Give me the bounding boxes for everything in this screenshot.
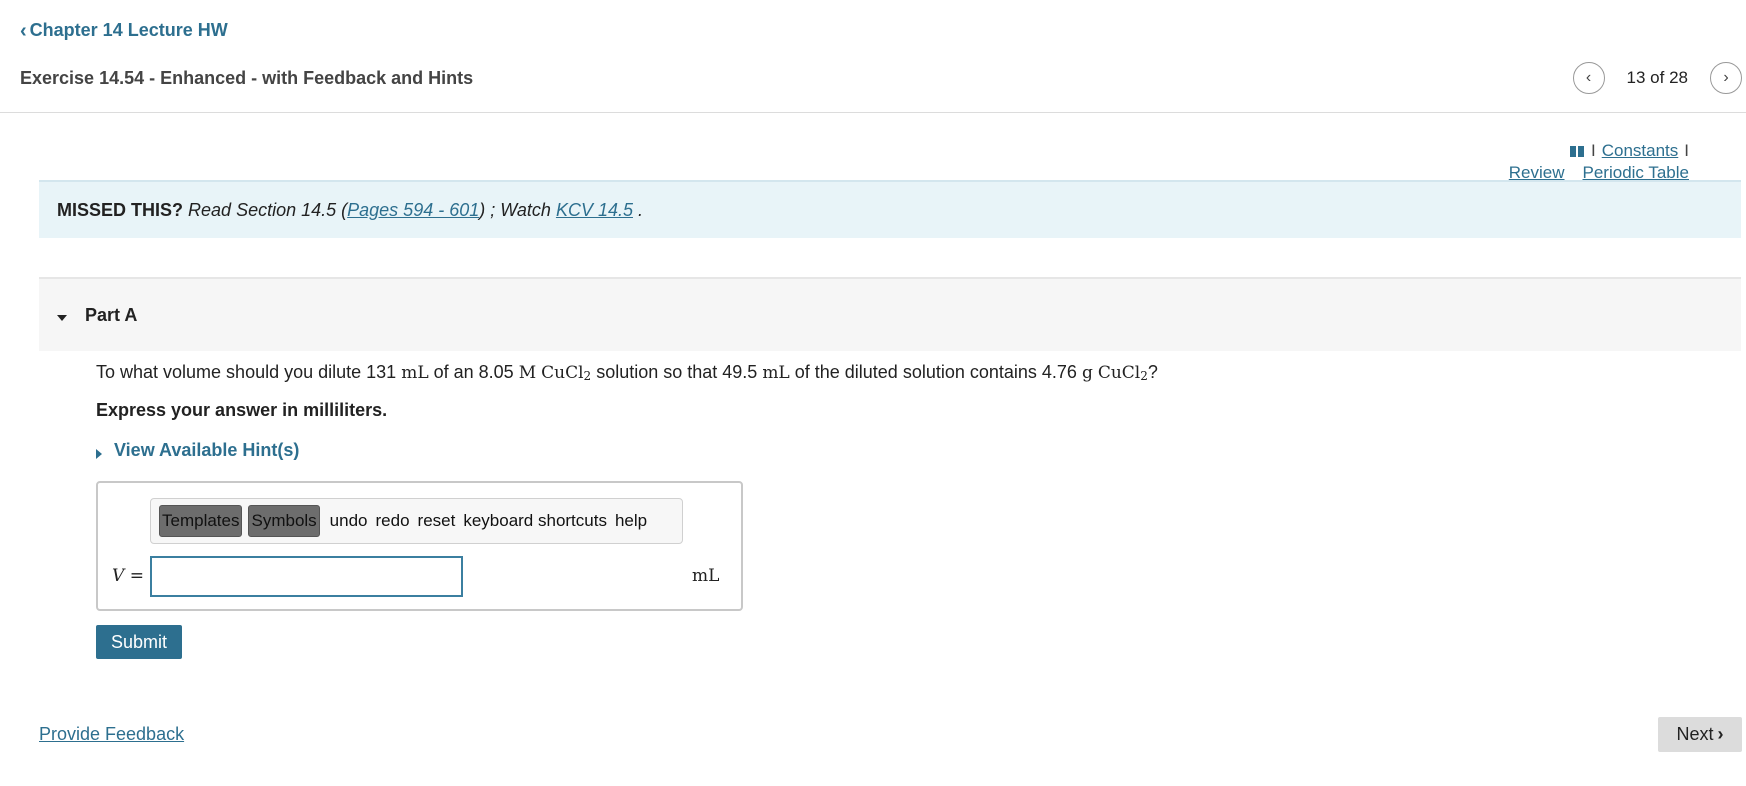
answer-input[interactable] (150, 556, 463, 597)
previous-button[interactable]: ‹ (1572, 62, 1605, 94)
separator: I (1590, 141, 1596, 160)
missed-this-label: MISSED THIS? (57, 200, 184, 220)
banner-end: . (632, 200, 643, 220)
math-toolbar: Templates Symbols undo redo reset keyboa… (150, 498, 683, 544)
chevron-left-icon: ‹ (1585, 69, 1592, 86)
missed-this-banner: MISSED THIS? Read Section 14.5 (Pages 59… (39, 180, 1741, 238)
next-item-button[interactable]: › (1710, 62, 1742, 94)
hints-label: View Available Hint(s) (114, 440, 300, 460)
reset-button[interactable]: reset (414, 511, 460, 531)
kcv-link[interactable]: KCV 14.5 (556, 200, 633, 220)
redo-button[interactable]: redo (372, 511, 414, 531)
provide-feedback-link[interactable]: Provide Feedback (39, 724, 184, 745)
page-position: 13 of 28 (1626, 68, 1688, 87)
templates-button[interactable]: Templates (159, 505, 243, 537)
separator: I (1684, 141, 1689, 160)
chevron-right-icon: › (1717, 724, 1724, 744)
unit-label: mL (692, 566, 720, 586)
pager: ‹ 13 of 28 › (1572, 62, 1746, 94)
caret-down-icon (57, 315, 67, 321)
exercise-title: Exercise 14.54 - Enhanced - with Feedbac… (20, 68, 474, 88)
read-section-text: Read Section 14.5 ( (188, 200, 348, 220)
pages-link[interactable]: Pages 594 - 601 (347, 200, 479, 220)
part-label: Part A (85, 304, 138, 325)
book-icon[interactable] (1569, 145, 1585, 157)
answer-box: Templates Symbols undo redo reset keyboa… (96, 481, 743, 611)
variable-label: V = (112, 566, 144, 586)
undo-button[interactable]: undo (326, 511, 372, 531)
back-link[interactable]: ‹ Chapter 14 Lecture HW (20, 20, 228, 41)
tool-links: I Constants I Review Periodic Table (1509, 140, 1689, 184)
part-a-header[interactable]: Part A (39, 277, 1741, 351)
question-text: To what volume should you dilute 131 mL … (96, 362, 1158, 383)
next-label: Next (1676, 724, 1714, 744)
help-button[interactable]: help (611, 511, 651, 531)
header-divider (0, 112, 1746, 113)
constants-link[interactable]: Constants (1602, 140, 1679, 162)
chevron-left-icon: ‹ (20, 19, 27, 42)
keyboard-shortcuts-button[interactable]: keyboard shortcuts (459, 511, 611, 531)
next-button[interactable]: Next › (1658, 717, 1742, 752)
back-link-label: Chapter 14 Lecture HW (29, 20, 228, 40)
symbols-button[interactable]: Symbols (248, 505, 320, 537)
chevron-right-icon: › (1723, 69, 1729, 86)
submit-button[interactable]: Submit (96, 625, 182, 659)
view-hints-toggle[interactable]: View Available Hint(s) (96, 440, 299, 461)
caret-right-icon (96, 448, 102, 459)
answer-instruction: Express your answer in milliliters. (96, 400, 388, 420)
watch-text: ) ; Watch (479, 200, 556, 220)
